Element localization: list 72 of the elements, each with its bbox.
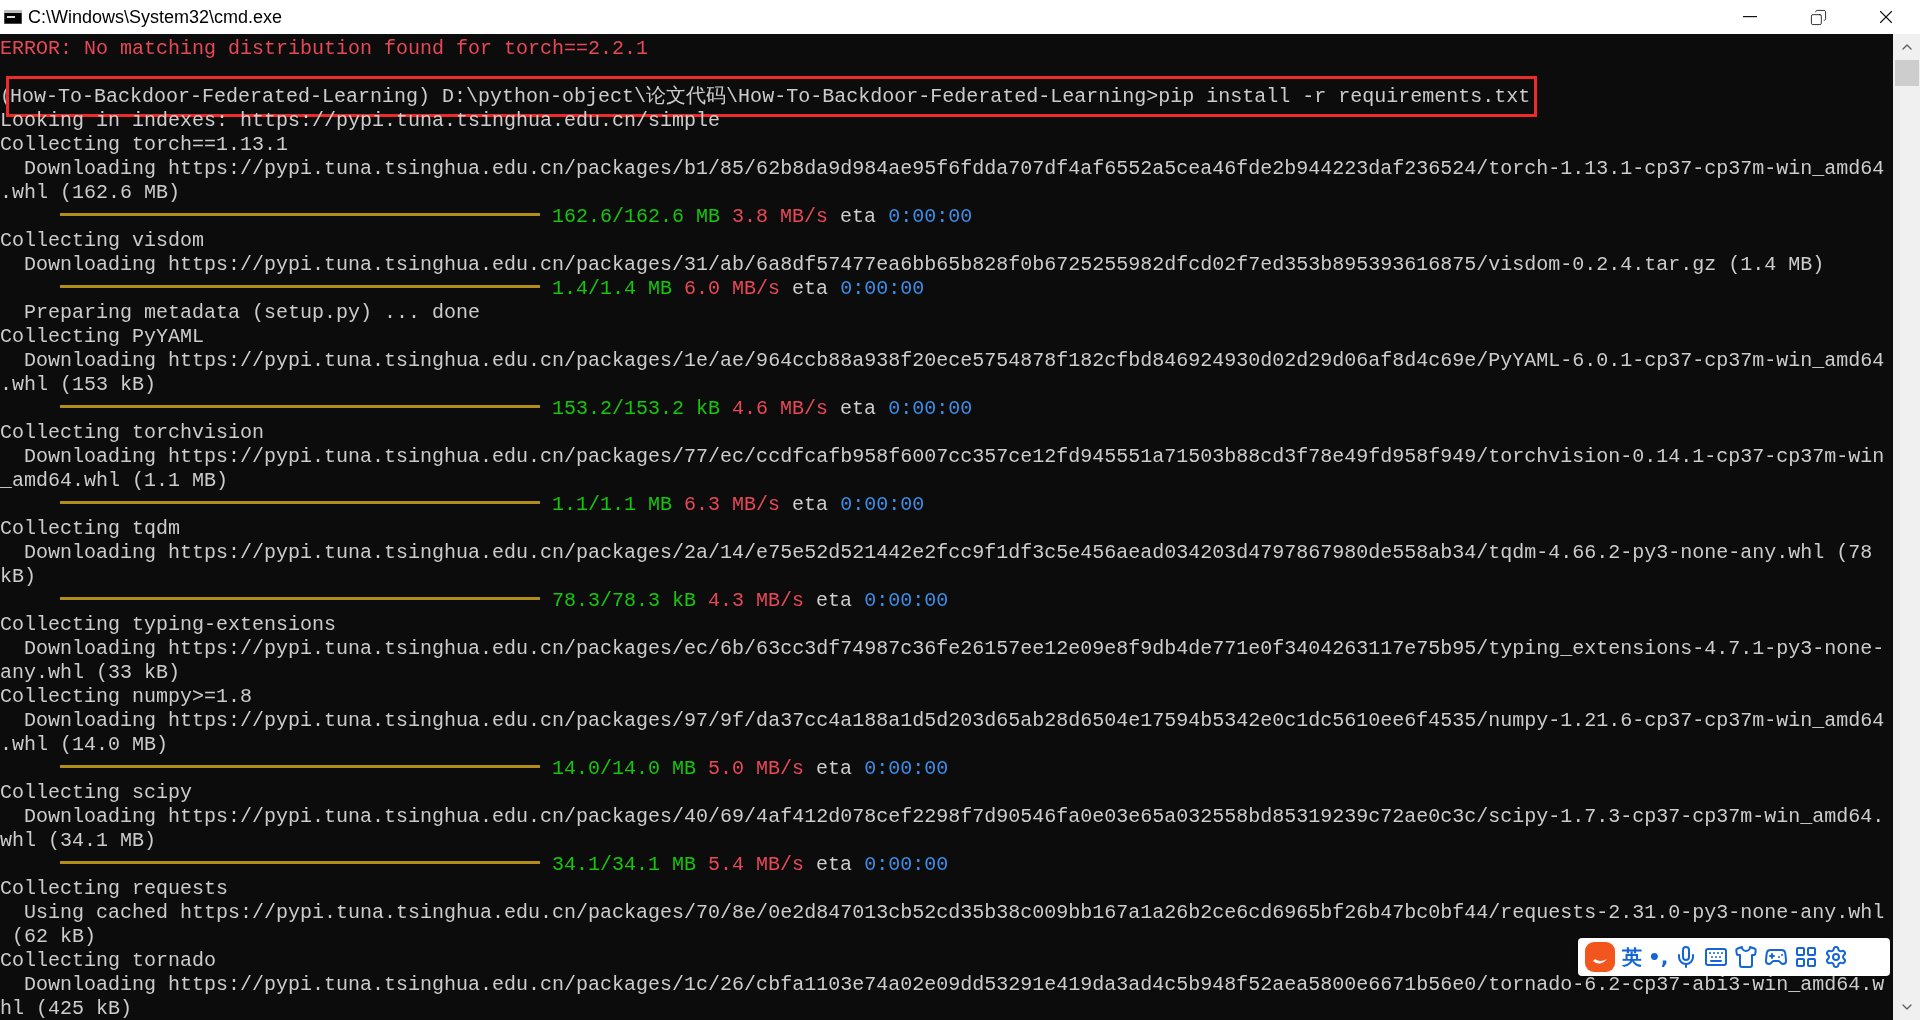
console-text: Downloading https://pypi.tuna.tsinghua.edu.cn/packages/40/69/4af412d078cef2298f7d90546fa0e03e65a032558bd85319239c72ae0c3c/scipy-1.7.3-cp37-cp37m-win_amd64. — [23, 805, 1885, 828]
punctuation-toggle[interactable]: •, — [1648, 945, 1669, 969]
eta-label: eta — [816, 853, 853, 876]
progress-amount: 162.6/162.6 MB — [552, 205, 721, 228]
console-text: Collecting tornado — [0, 949, 217, 972]
download-speed: 4.6 MB/s — [732, 397, 829, 420]
restore-icon — [1809, 8, 1827, 26]
eta-time: 0:00:00 — [840, 493, 925, 516]
progress-amount: 1.4/1.4 MB — [552, 277, 673, 300]
download-speed: 6.0 MB/s — [684, 277, 781, 300]
console-text: Preparing metadata (setup.py) ... done — [23, 301, 481, 324]
eta-label: eta — [816, 589, 853, 612]
keyboard-icon[interactable] — [1704, 945, 1729, 969]
eta-label: eta — [816, 757, 853, 780]
console-text: Downloading https://pypi.tuna.tsinghua.edu.cn/packages/1e/ae/964ccb88a938f20ece5754878f182cfbd846924930d02d29d06af8d4c69e/PyYAML-6.0.1-cp37-cp37m-win_amd64 — [23, 349, 1885, 372]
download-speed: 5.4 MB/s — [708, 853, 805, 876]
eta-time: 0:00:00 — [864, 853, 949, 876]
console-text: _amd64.whl (1.1 MB) — [0, 469, 229, 492]
console-text: .whl (162.6 MB) — [0, 181, 181, 204]
eta-label: eta — [840, 397, 877, 420]
console-text: ERROR: No matching distribution found for torch==2.2.1 — [0, 37, 649, 60]
console-text: Using cached https://pypi.tuna.tsinghua.edu.cn/packages/70/8e/0e2d847013cb52cd35b38c009bb167a1a26b2ce6cd6965bf26b47bc0bf44/requests-2.31.0-py3-none-any.whl — [23, 901, 1885, 924]
console-text: Downloading https://pypi.tuna.tsinghua.edu.cn/packages/2a/14/e75e52d521442e2fcc9f1df3c5e456aead034203d4797867980de558ab34/tqdm-4.66.2-py3-none-any.whl (78 — [23, 541, 1873, 564]
window-title: C:\Windows\System32\cmd.exe — [28, 6, 283, 28]
console-text: Collecting requests — [0, 877, 229, 900]
progress-amount: 1.1/1.1 MB — [552, 493, 673, 516]
console-text: Downloading https://pypi.tuna.tsinghua.edu.cn/packages/97/9f/da37cc4a188a1d5d203d65ab28d6504e17594b5342e0c1dc5610ee6f4535/numpy-1.21.6-cp37-cp37m-win_amd64 — [23, 709, 1885, 732]
console-text: Collecting PyYAML — [0, 325, 205, 348]
eta-time: 0:00:00 — [840, 277, 925, 300]
scrollbar[interactable] — [1893, 34, 1920, 1020]
eta-time: 0:00:00 — [888, 397, 973, 420]
eta-time: 0:00:00 — [864, 757, 949, 780]
console-text: any.whl (33 kB) — [0, 661, 181, 684]
console-text: Downloading https://pypi.tuna.tsinghua.edu.cn/packages/77/ec/ccdfcafb958f6007cc357ce12fd945551a71503b88cd3f78e49fd958f949/torchvision-0.14.1-cp37-cp37m-win — [23, 445, 1885, 468]
console-text: Collecting typing-extensions — [0, 613, 337, 636]
terminal-icon — [4, 10, 22, 24]
eta-label: eta — [792, 277, 829, 300]
progress-amount: 78.3/78.3 kB — [552, 589, 697, 612]
console-text: (62 kB) — [11, 925, 96, 948]
grid-icon[interactable] — [1794, 945, 1819, 969]
eta-label: eta — [792, 493, 829, 516]
console-text: Collecting numpy>=1.8 — [0, 685, 253, 708]
eta-time: 0:00:00 — [864, 589, 949, 612]
console-text: Collecting tqdm — [0, 517, 181, 540]
language-toggle[interactable]: 英 — [1622, 943, 1642, 971]
eta-time: 0:00:00 — [888, 205, 973, 228]
download-speed: 5.0 MB/s — [708, 757, 805, 780]
download-speed: 3.8 MB/s — [732, 205, 829, 228]
progress-amount: 34.1/34.1 MB — [552, 853, 697, 876]
console-text: Collecting scipy — [0, 781, 193, 804]
console-text: Downloading https://pypi.tuna.tsinghua.edu.cn/packages/1c/26/cbfa1103e74a02e09dd53291e419da3ad4c5b948f52aea5800e6671b56e0/tornado-6.2-cp37-abi3-win_amd64.w — [23, 973, 1885, 996]
progress-amount: 14.0/14.0 MB — [552, 757, 697, 780]
console-text: Downloading https://pypi.tuna.tsinghua.edu.cn/packages/ec/6b/63cc3df74987c36fe26157ee12e09e8f9db4de771e0f3404263117e75b95/typing_extensions-4.7.1-py3-none- — [23, 637, 1885, 660]
console-text: Downloading https://pypi.tuna.tsinghua.edu.cn/packages/31/ab/6a8df57477ea6bb65b828f0b6725255982dfcd02f7ed353b895393616875/visdom-0.2.4.tar.gz (1.4 MB) — [23, 253, 1825, 276]
console-text: hl (425 kB) — [0, 997, 133, 1020]
minimize-icon — [1743, 16, 1757, 18]
progress-amount: 153.2/153.2 kB — [552, 397, 721, 420]
console-text: whl (34.1 MB) — [0, 829, 157, 852]
settings-icon[interactable] — [1824, 945, 1849, 969]
console-text: .whl (153 kB) — [0, 373, 157, 396]
console-text: .whl (14.0 MB) — [0, 733, 169, 756]
shirt-icon[interactable] — [1734, 945, 1759, 969]
console-text: Collecting torch==1.13.1 — [0, 133, 289, 156]
console-text: Collecting visdom — [0, 229, 205, 252]
download-speed: 4.3 MB/s — [708, 589, 805, 612]
console-text: Downloading https://pypi.tuna.tsinghua.edu.cn/packages/b1/85/62b8da9d984ae95f6fdda707df4af6552a5cea46fde2b944223daf236524/torch-1.13.1-cp37-cp37m-win_amd64 — [23, 157, 1885, 180]
scroll-thumb[interactable] — [1894, 60, 1919, 86]
ime-logo-icon[interactable] — [1584, 941, 1616, 973]
eta-label: eta — [840, 205, 877, 228]
console-text: Collecting torchvision — [0, 421, 265, 444]
console-text: kB) — [0, 565, 36, 588]
download-speed: 6.3 MB/s — [684, 493, 781, 516]
